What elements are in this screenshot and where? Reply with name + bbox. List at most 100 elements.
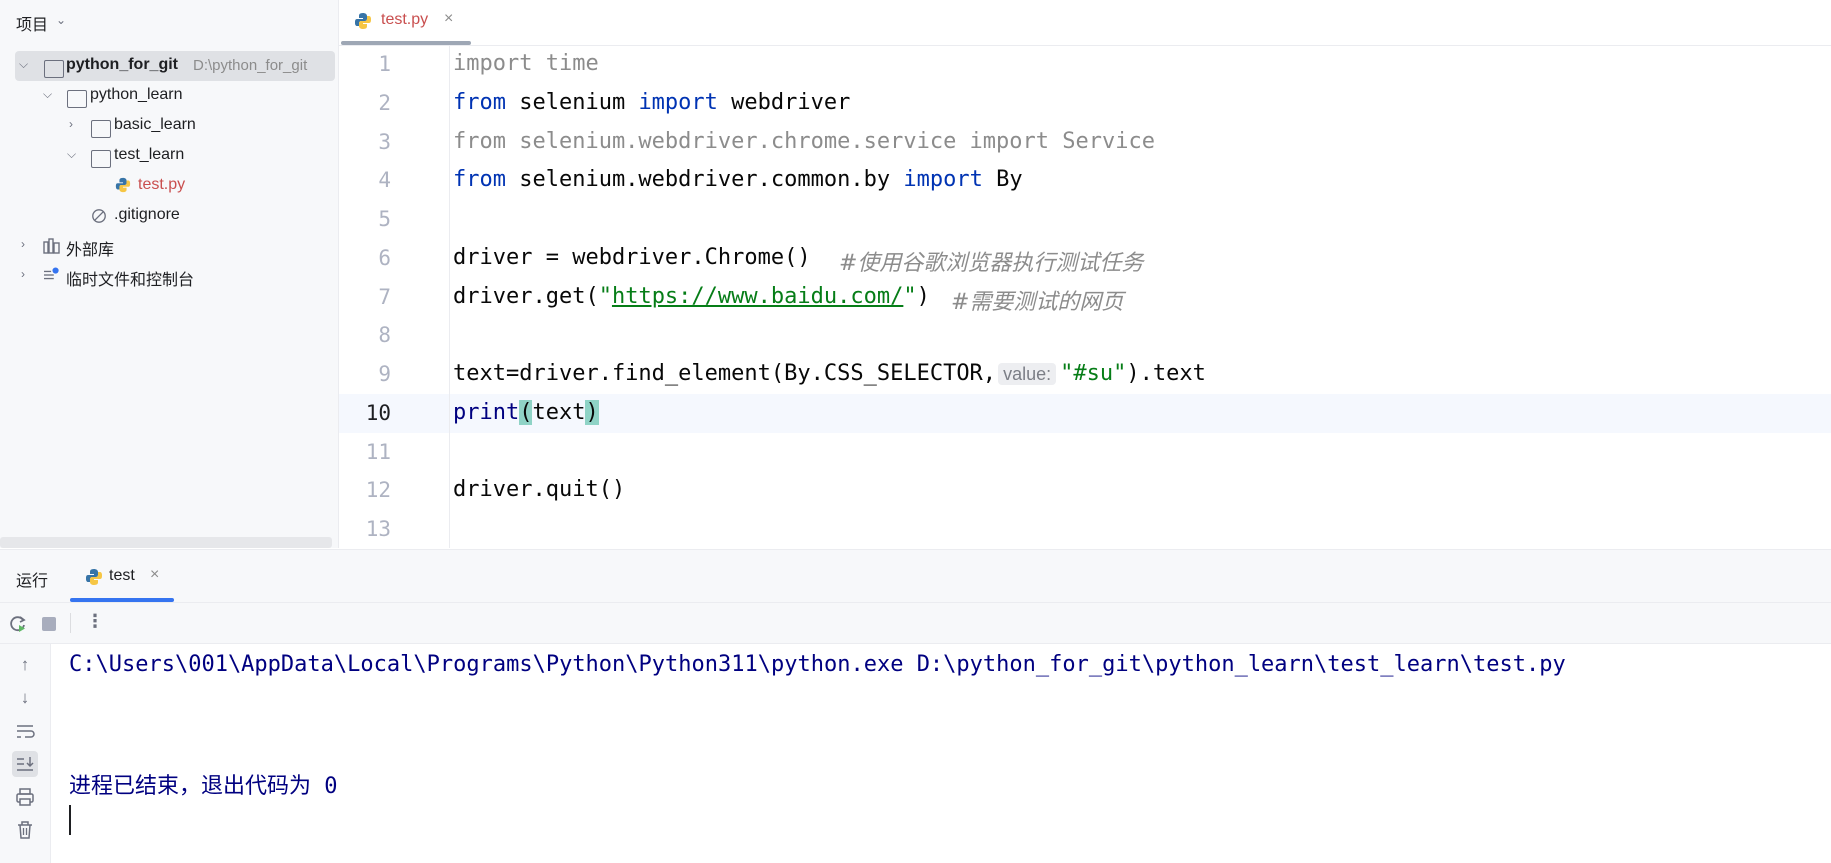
tree-item-label: basic_learn [114, 116, 196, 133]
code-token: from [453, 167, 506, 192]
active-tab-indicator [341, 41, 471, 45]
code-line-7[interactable]: driver.get("https://www.baidu.com/") #需要测… [453, 284, 1123, 315]
tree-item-gitignore[interactable]: .gitignore [0, 201, 338, 231]
code-token: import [903, 167, 983, 192]
console-command-line: C:\Users\001\AppData\Local\Programs\Pyth… [69, 652, 1566, 677]
line-number: 7 [378, 285, 391, 309]
code-token: By [982, 167, 1023, 192]
soft-wrap-icon[interactable] [12, 718, 38, 744]
run-toolbar: ⋮ [0, 603, 1831, 644]
chevron-right-icon[interactable]: › [69, 117, 73, 131]
trash-icon[interactable] [12, 817, 38, 843]
folder-icon [44, 60, 64, 78]
line-number-gutter[interactable]: 1 2 3 4 5 6 7 8 9 10 11 12 13 [339, 46, 449, 548]
tree-item-path: D:\python_for_git [193, 57, 308, 74]
tree-item-label: 临时文件和控制台 [66, 272, 195, 289]
horizontal-scrollbar[interactable] [0, 537, 332, 548]
matched-paren: ) [585, 400, 599, 425]
code-token: text=driver.find_element(By.CSS_SELECTOR… [453, 361, 997, 386]
code-token: ) [916, 284, 930, 309]
python-file-icon [86, 569, 102, 585]
tree-item-label: python_learn [90, 86, 183, 103]
python-file-icon [115, 177, 131, 193]
folder-icon [67, 90, 87, 108]
chevron-down-icon[interactable]: ⌵ [43, 87, 52, 102]
active-tab-indicator [70, 598, 174, 602]
tree-item-label: python_for_git [66, 56, 178, 73]
code-token: selenium [505, 90, 639, 115]
run-header: 运行 test × [0, 550, 1831, 603]
code-token: import [453, 51, 533, 76]
close-icon[interactable]: × [150, 566, 159, 584]
line-number: 3 [378, 130, 391, 154]
chevron-down-icon[interactable]: ⌵ [19, 57, 28, 72]
code-token: "#su" [1060, 361, 1127, 386]
code-line-6[interactable]: driver = webdriver.Chrome() #使用谷歌浏览器执行测试任… [453, 245, 1143, 276]
tree-item-label: test.py [138, 176, 186, 193]
project-panel: 项目 ⌄ ⌵ python_for_git D:\python_for_git … [0, 0, 339, 548]
code-line-9[interactable]: text=driver.find_element(By.CSS_SELECTOR… [453, 361, 1206, 386]
code-token: driver.get( [453, 284, 599, 309]
tree-item-test-py[interactable]: test.py [0, 171, 338, 201]
print-icon[interactable] [12, 784, 38, 810]
code-line-1[interactable]: import time [453, 51, 599, 76]
code-token: import [638, 90, 718, 115]
close-icon[interactable]: × [444, 10, 453, 28]
tree-item-label: test_learn [114, 146, 185, 163]
code-token: selenium.webdriver.common.by [505, 167, 904, 192]
parameter-hint: value: [998, 363, 1057, 385]
line-number: 9 [378, 362, 391, 386]
line-number: 11 [365, 440, 391, 464]
run-tab-test[interactable]: test × [70, 550, 174, 602]
code-editor[interactable]: test.py × 1 2 3 4 5 6 7 8 9 10 11 12 13 … [339, 0, 1831, 548]
code-token: driver.quit() [453, 477, 626, 502]
tab-test-py[interactable]: test.py × [339, 0, 471, 45]
tree-item-scratches-and-consoles[interactable]: › 临时文件和控制台 [0, 261, 338, 291]
code-token: " [598, 284, 612, 309]
tree-item-python-for-git[interactable]: ⌵ python_for_git D:\python_for_git [0, 51, 338, 81]
code-line-12[interactable]: driver.quit() [453, 477, 625, 502]
chevron-right-icon[interactable]: › [21, 267, 25, 281]
run-title: 运行 [16, 573, 49, 590]
folder-icon [91, 120, 111, 138]
code-token: from selenium.webdriver.chrome.service i… [453, 129, 1155, 154]
code-token: " [903, 284, 917, 309]
code-line-3[interactable]: from selenium.webdriver.chrome.service i… [453, 129, 1155, 154]
gutter-divider [449, 46, 450, 548]
tree-item-basic-learn[interactable]: › basic_learn [0, 111, 338, 141]
tree-item-label: 外部库 [66, 242, 115, 259]
tree-item-external-libraries[interactable]: › 外部库 [0, 231, 338, 261]
line-number: 1 [378, 52, 391, 76]
tree-item-test-learn[interactable]: ⌵ test_learn [0, 141, 338, 171]
code-token: print [453, 400, 520, 425]
chevron-right-icon[interactable]: › [21, 237, 25, 251]
code-comment: #需要测试的网页 [951, 290, 1124, 315]
line-number: 8 [378, 323, 391, 347]
stop-icon[interactable] [42, 617, 56, 631]
console-caret[interactable] [69, 805, 71, 835]
folder-icon [91, 150, 111, 168]
code-token: text [532, 400, 586, 425]
chevron-down-icon[interactable]: ⌵ [67, 147, 76, 162]
line-number: 4 [378, 168, 391, 192]
code-token: ).text [1126, 361, 1206, 386]
chevron-down-icon[interactable]: ⌄ [56, 13, 66, 27]
run-tool-window: 运行 test × ⋮ ↑ ↓ [0, 549, 1831, 863]
more-options-icon[interactable]: ⋮ [86, 611, 104, 632]
code-line-10[interactable]: print(text) [453, 400, 599, 425]
tab-label: test.py [381, 11, 429, 28]
code-line-2[interactable]: from selenium import webdriver [453, 90, 850, 115]
code-url[interactable]: https://www.baidu.com/ [612, 284, 903, 309]
project-panel-header[interactable]: 项目 ⌄ [0, 0, 338, 42]
console-exit-message: 进程已结束，退出代码为 0 [69, 774, 338, 799]
code-line-4[interactable]: from selenium.webdriver.common.by import… [453, 167, 1023, 192]
arrow-down-icon[interactable]: ↓ [12, 685, 38, 711]
arrow-up-icon[interactable]: ↑ [12, 652, 38, 678]
project-panel-title[interactable]: 项目 [16, 11, 48, 35]
line-number-current: 10 [365, 401, 391, 425]
rerun-icon[interactable] [8, 614, 28, 634]
tree-item-python-learn[interactable]: ⌵ python_learn [0, 81, 338, 111]
scroll-to-end-icon[interactable] [12, 751, 38, 777]
code-token: driver = webdriver.Chrome() [453, 245, 811, 270]
ignored-file-icon [92, 209, 106, 223]
